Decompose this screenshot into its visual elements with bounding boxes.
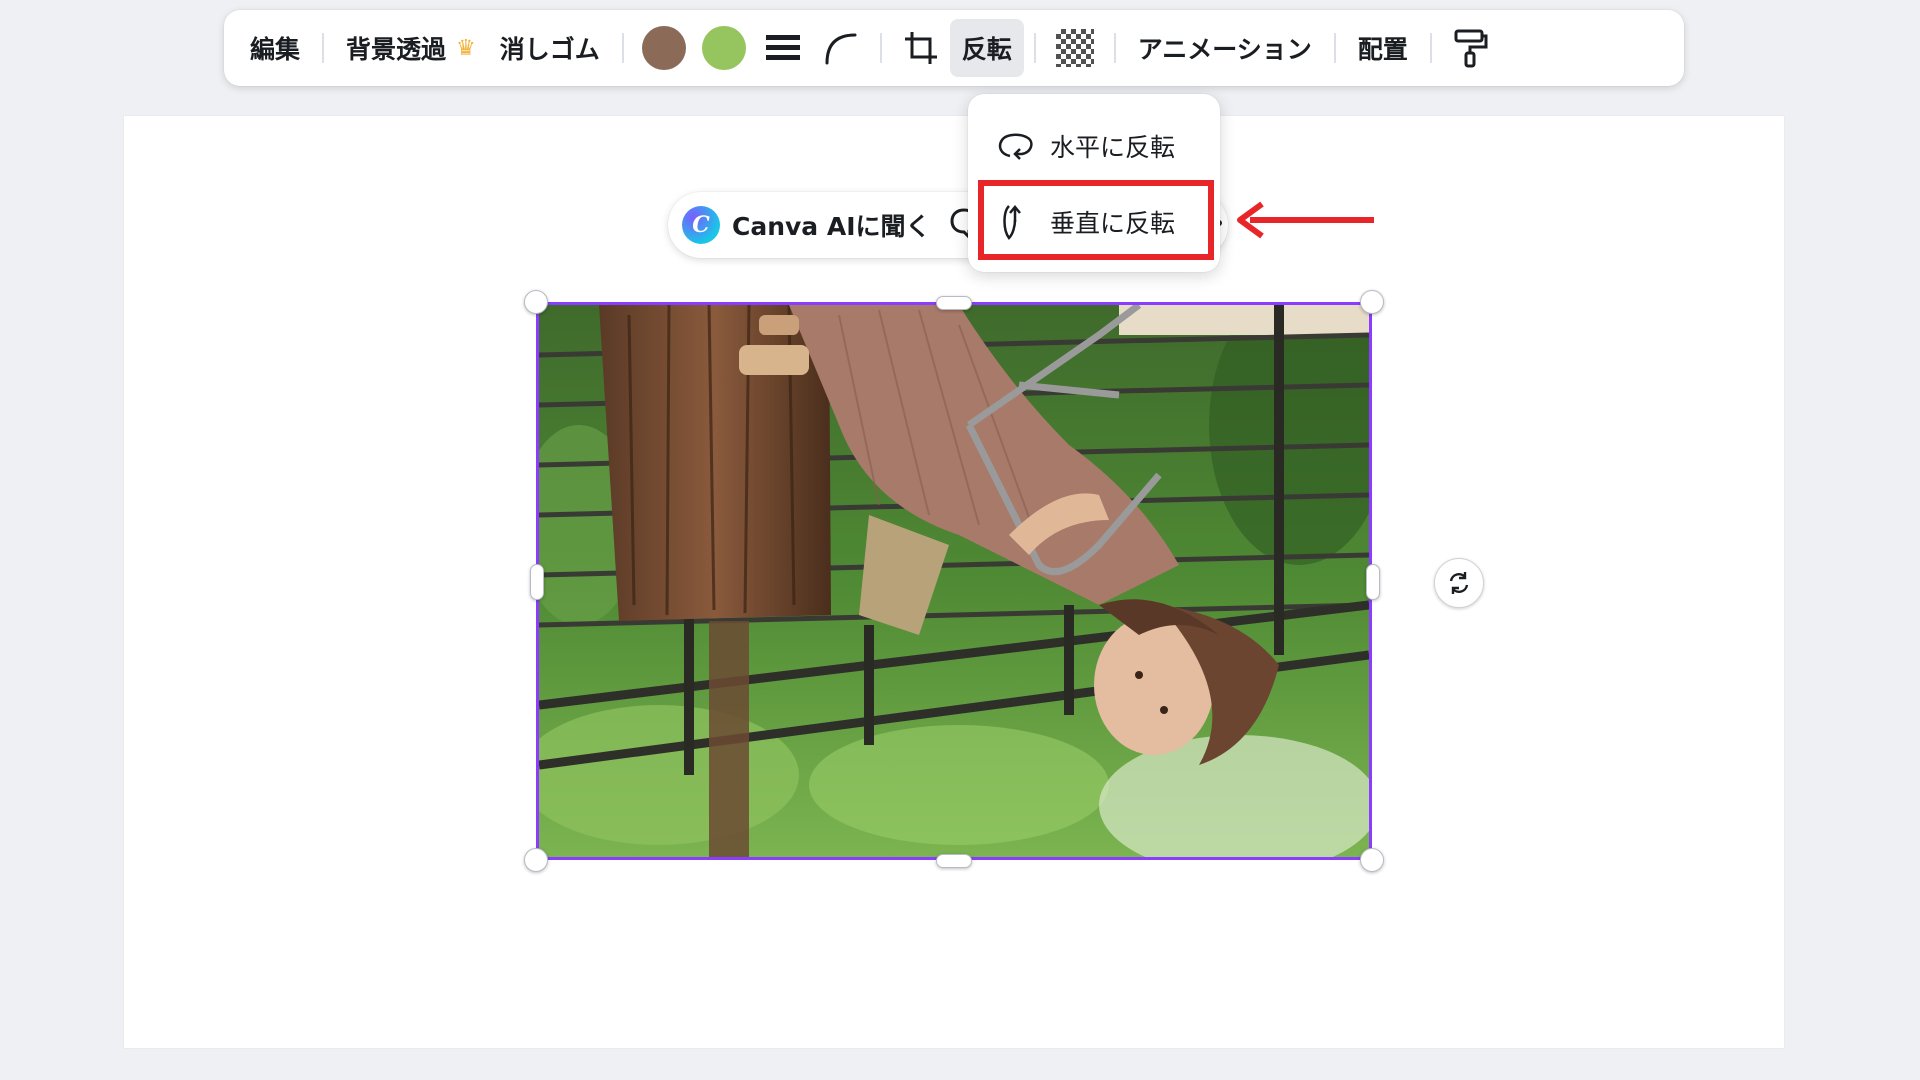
toolbar-divider (621, 33, 624, 63)
context-toolbar: 編集 背景透過 ♛ 消しゴム 反転 アニメーション 配置 (224, 10, 1684, 86)
transparency-icon[interactable] (1046, 19, 1104, 77)
resize-handle-top[interactable] (936, 296, 972, 310)
crop-icon[interactable] (892, 19, 950, 77)
rotate-button[interactable] (1434, 558, 1484, 608)
background-remover-button[interactable]: 背景透過 ♛ (334, 19, 488, 77)
annotation-highlight-box (978, 180, 1214, 260)
border-style-icon[interactable] (754, 19, 812, 77)
flip-horizontal-option[interactable]: 水平に反転 (988, 118, 1200, 174)
flip-horizontal-label: 水平に反転 (1050, 133, 1176, 162)
resize-handle-right[interactable] (1366, 564, 1380, 600)
flip-button[interactable]: 反転 (949, 19, 1024, 77)
animation-button[interactable]: アニメーション (1126, 19, 1324, 77)
paint-roller-icon[interactable] (1442, 19, 1500, 77)
toolbar-divider (322, 33, 325, 63)
canva-ai-prompt-label[interactable]: Canva AIに聞く (732, 207, 931, 243)
arrange-button[interactable]: 配置 (1346, 19, 1420, 77)
corner-rounding-icon[interactable] (812, 19, 870, 77)
toolbar-divider (879, 33, 882, 63)
toolbar-divider (1033, 33, 1036, 63)
canva-ai-logo-icon: C (682, 206, 720, 244)
toolbar-divider (1113, 33, 1116, 63)
checkerboard-icon (1055, 29, 1094, 67)
toolbar-divider (1429, 33, 1432, 63)
crown-icon: ♛ (456, 35, 476, 61)
flip-horizontal-icon (996, 126, 1036, 166)
edit-button[interactable]: 編集 (238, 19, 312, 77)
annotation-arrow-icon (1237, 201, 1374, 239)
color-swatch-green[interactable] (701, 26, 746, 70)
resize-handle-bottom-right[interactable] (1360, 848, 1384, 872)
resize-handle-top-right[interactable] (1360, 290, 1384, 314)
color-swatch-brown[interactable] (641, 26, 686, 70)
selected-photo[interactable] (536, 302, 1372, 860)
background-remover-label: 背景透過 (346, 35, 447, 64)
eraser-button[interactable]: 消しゴム (488, 19, 612, 77)
rotate-icon (1449, 572, 1469, 594)
toolbar-divider (1333, 33, 1336, 63)
resize-handle-bottom[interactable] (936, 854, 972, 868)
photo-image (539, 305, 1369, 857)
resize-handle-top-left[interactable] (524, 290, 548, 314)
resize-handle-bottom-left[interactable] (524, 848, 548, 872)
resize-handle-left[interactable] (530, 564, 544, 600)
